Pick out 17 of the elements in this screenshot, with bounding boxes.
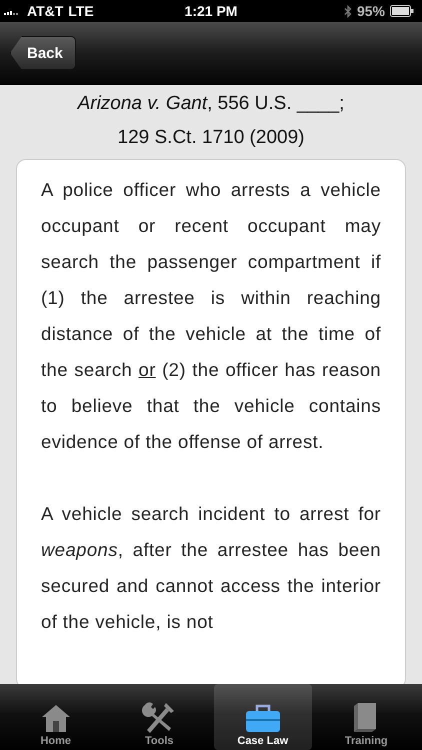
battery-percent: 95%: [356, 3, 385, 19]
paragraph: A police officer who arrests a vehicle occupant or recent occupant may search the passenger compartment if (1) the arrestee is within reaching distance of the vehicle at the time of the search or (2) the officer has reason to believe that the vehicle contains evidence of the offense of arrest.: [41, 178, 381, 454]
clock-time: 1:21 PM: [184, 3, 238, 19]
paragraph: A vehicle search incident to arrest for weapons, after the arrestee has been secured and cannot access the interior of the vehicle, is not: [41, 502, 381, 634]
case-citation: Arizona v. Gant, 556 U.S. ____;: [76, 92, 346, 116]
network-type: LTE: [68, 3, 94, 19]
case-citation: 129 S.Ct. 1710 (2009): [116, 126, 306, 150]
bluetooth-icon: [344, 4, 352, 18]
battery-icon: [390, 5, 414, 17]
tab[interactable]: Training: [317, 684, 416, 750]
carrier-name: AT&T: [27, 3, 64, 19]
toolbox-icon: [244, 703, 282, 733]
tools-icon: [142, 701, 176, 733]
tab[interactable]: Home: [6, 684, 105, 750]
tab[interactable]: Case Law: [214, 684, 312, 750]
tab[interactable]: Tools: [110, 684, 208, 750]
back-button[interactable]: Back: [10, 36, 76, 70]
